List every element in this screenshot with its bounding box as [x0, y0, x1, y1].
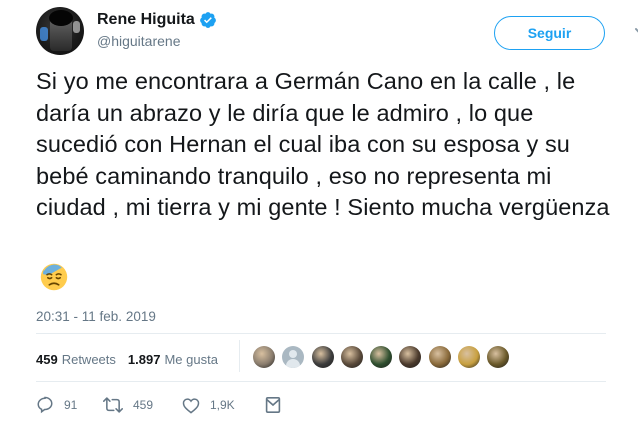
- envelope-icon[interactable]: [265, 396, 281, 414]
- stats-separator: [239, 340, 240, 372]
- likes-count[interactable]: 1.897: [128, 352, 161, 367]
- liker-avatar[interactable]: [458, 346, 481, 368]
- like-count: 1,9K: [210, 398, 235, 412]
- liker-avatar[interactable]: [428, 346, 451, 368]
- tweet-actions: 91 459 1,9K: [36, 396, 281, 414]
- downcast-face-with-sweat-icon: [40, 263, 68, 291]
- direct-message-action[interactable]: [265, 396, 281, 414]
- divider: [36, 333, 606, 334]
- retweet-count: 459: [133, 398, 154, 412]
- retweet-icon[interactable]: [103, 396, 123, 414]
- liker-avatar[interactable]: [370, 346, 393, 368]
- retweets-count[interactable]: 459: [36, 352, 58, 367]
- reply-count: 91: [64, 398, 78, 412]
- divider: [36, 381, 606, 382]
- avatar[interactable]: [36, 7, 84, 55]
- reply-icon[interactable]: [36, 396, 54, 414]
- likes-label[interactable]: Me gusta: [164, 352, 217, 367]
- liker-avatar[interactable]: [340, 346, 363, 368]
- heart-icon[interactable]: [182, 397, 200, 414]
- liker-avatars: [253, 346, 517, 368]
- author-name-row[interactable]: Rene Higuita: [97, 11, 217, 29]
- tweet-text: Si yo me encontrara a Germán Cano en la …: [36, 68, 610, 220]
- tweet-timestamp[interactable]: 20:31 - 11 feb. 2019: [36, 309, 156, 324]
- author-display-name[interactable]: Rene Higuita: [97, 11, 195, 29]
- tweet-header: Rene Higuita @higuitarene Seguir: [36, 7, 638, 57]
- verified-badge-icon: [199, 12, 216, 28]
- retweet-action[interactable]: 459: [103, 396, 182, 414]
- tweet-stats: 459 Retweets 1.897 Me gusta: [36, 352, 230, 367]
- liker-avatar[interactable]: [487, 346, 510, 368]
- liker-avatar[interactable]: [311, 346, 334, 368]
- liker-avatar[interactable]: [282, 346, 305, 368]
- author-handle[interactable]: @higuitarene: [97, 33, 181, 49]
- reply-action[interactable]: 91: [36, 396, 103, 414]
- liker-avatar[interactable]: [253, 346, 275, 368]
- retweets-label[interactable]: Retweets: [62, 352, 116, 367]
- chevron-down-icon[interactable]: [634, 26, 638, 38]
- follow-button[interactable]: Seguir: [494, 16, 605, 50]
- like-action[interactable]: 1,9K: [182, 397, 265, 414]
- liker-avatar[interactable]: [399, 346, 422, 368]
